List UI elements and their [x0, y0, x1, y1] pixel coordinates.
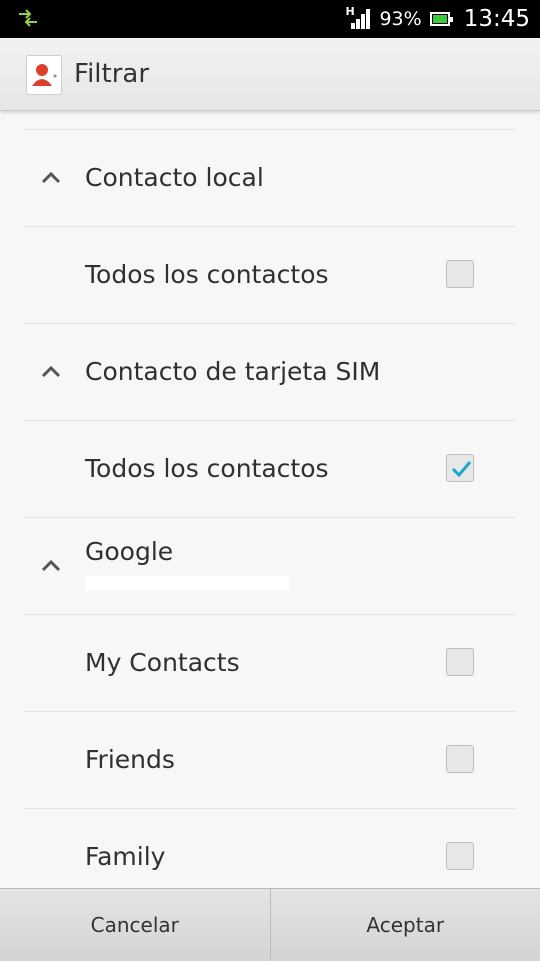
- checkmark-icon: [450, 458, 472, 480]
- section-header-google[interactable]: Google: [24, 518, 516, 615]
- clock: 13:45: [464, 6, 530, 32]
- page-title: Filtrar: [74, 59, 149, 89]
- status-bar: H 93% 13:45: [0, 0, 540, 38]
- list-item[interactable]: My Contacts: [24, 615, 516, 712]
- section-title: Contacto local: [85, 130, 264, 226]
- section-header-local[interactable]: Contacto local: [24, 130, 516, 227]
- section-title: Contacto de tarjeta SIM: [85, 324, 380, 420]
- checkbox[interactable]: [446, 260, 474, 288]
- signal-icon: H: [345, 7, 371, 31]
- list-item[interactable]: Todos los contactos: [24, 227, 516, 324]
- accept-button[interactable]: Aceptar: [271, 889, 540, 961]
- checkbox[interactable]: [446, 842, 474, 870]
- data-sync-icon: [18, 8, 38, 28]
- section-title: Google: [85, 537, 173, 566]
- battery-icon: [430, 12, 450, 26]
- chevron-up-icon: [41, 364, 61, 380]
- checkbox[interactable]: [446, 648, 474, 676]
- checkbox-checked[interactable]: [446, 454, 474, 482]
- chevron-up-icon: [41, 170, 61, 186]
- section-header-sim[interactable]: Contacto de tarjeta SIM: [24, 324, 516, 421]
- button-bar: Cancelar Aceptar: [0, 888, 540, 961]
- redacted-account-email: [85, 576, 289, 590]
- list-item[interactable]: Friends: [24, 712, 516, 809]
- chevron-up-icon: [41, 558, 61, 574]
- filter-list: Contacto local Todos los contactos Conta…: [24, 129, 516, 906]
- cancel-button[interactable]: Cancelar: [0, 889, 270, 961]
- action-bar: Filtrar: [0, 38, 540, 111]
- list-item-label: My Contacts: [85, 615, 240, 711]
- checkbox[interactable]: [446, 745, 474, 773]
- list-item[interactable]: Todos los contactos: [24, 421, 516, 518]
- list-item-label: Todos los contactos: [85, 227, 329, 323]
- contacts-icon: [26, 55, 62, 95]
- list-item-label: Friends: [85, 712, 175, 808]
- list-item-label: Todos los contactos: [85, 421, 329, 517]
- battery-percent: 93%: [379, 8, 421, 30]
